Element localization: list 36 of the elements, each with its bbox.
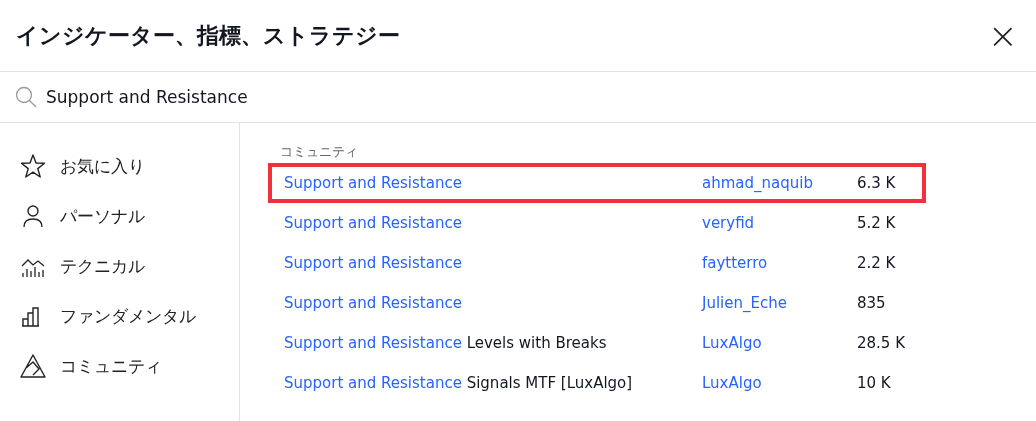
person-icon	[20, 203, 46, 229]
indicator-name: Support and Resistance	[284, 254, 463, 272]
usage-count: 2.2 K	[857, 254, 896, 272]
author-link[interactable]: Julien_Eche	[702, 294, 857, 312]
result-row[interactable]: Support and Resistance veryfid 5.2 K	[268, 203, 926, 243]
indicator-name: Support and Resistance Signals MTF [LuxAlgo]	[284, 374, 634, 392]
result-row[interactable]: Support and Resistance Levels with Breaks LuxAlgo 28.5 K	[268, 323, 926, 363]
author-link[interactable]: veryfid	[702, 214, 857, 232]
usage-count: 6.3 K	[857, 174, 896, 192]
usage-count: 10 K	[857, 374, 891, 392]
star-icon	[20, 153, 46, 179]
result-row[interactable]: Support and Resistance Signals MTF [LuxAlgo] LuxAlgo 10 K	[268, 363, 926, 403]
sidebar-item[interactable]: コミュニティ	[0, 341, 239, 391]
result-row[interactable]: Support and Resistance ahmad_naquib 6.3 K	[268, 163, 926, 203]
usage-count: 835	[857, 294, 886, 312]
sidebar-item[interactable]: お気に入り	[0, 141, 239, 191]
indicator-name: Support and Resistance	[284, 214, 463, 232]
usage-count: 28.5 K	[857, 334, 905, 352]
indicator-name: Support and Resistance Levels with Breaks	[284, 334, 608, 352]
dialog-title: インジケーター、指標、ストラテジー	[16, 21, 400, 50]
indicator-name: Support and Resistance	[284, 294, 463, 312]
close-button[interactable]: ×	[987, 17, 1018, 54]
indicator-name: Support and Resistance	[284, 174, 463, 192]
author-link[interactable]: faytterro	[702, 254, 857, 272]
section-heading: コミュニティ	[280, 143, 359, 161]
mountain-icon	[20, 353, 46, 379]
result-row[interactable]: Support and Resistance Julien_Eche 835	[268, 283, 926, 323]
sidebar-item[interactable]: ファンダメンタル	[0, 291, 239, 341]
usage-count: 5.2 K	[857, 214, 896, 232]
author-link[interactable]: LuxAlgo	[702, 334, 857, 352]
result-row[interactable]: Support and Resistance faytterro 2.2 K	[268, 243, 926, 283]
search-icon	[14, 85, 38, 109]
sidebar-item[interactable]: テクニカル	[0, 241, 239, 291]
author-link[interactable]: ahmad_naquib	[702, 174, 857, 192]
author-link[interactable]: LuxAlgo	[702, 374, 857, 392]
sidebar-item[interactable]: パーソナル	[0, 191, 239, 241]
